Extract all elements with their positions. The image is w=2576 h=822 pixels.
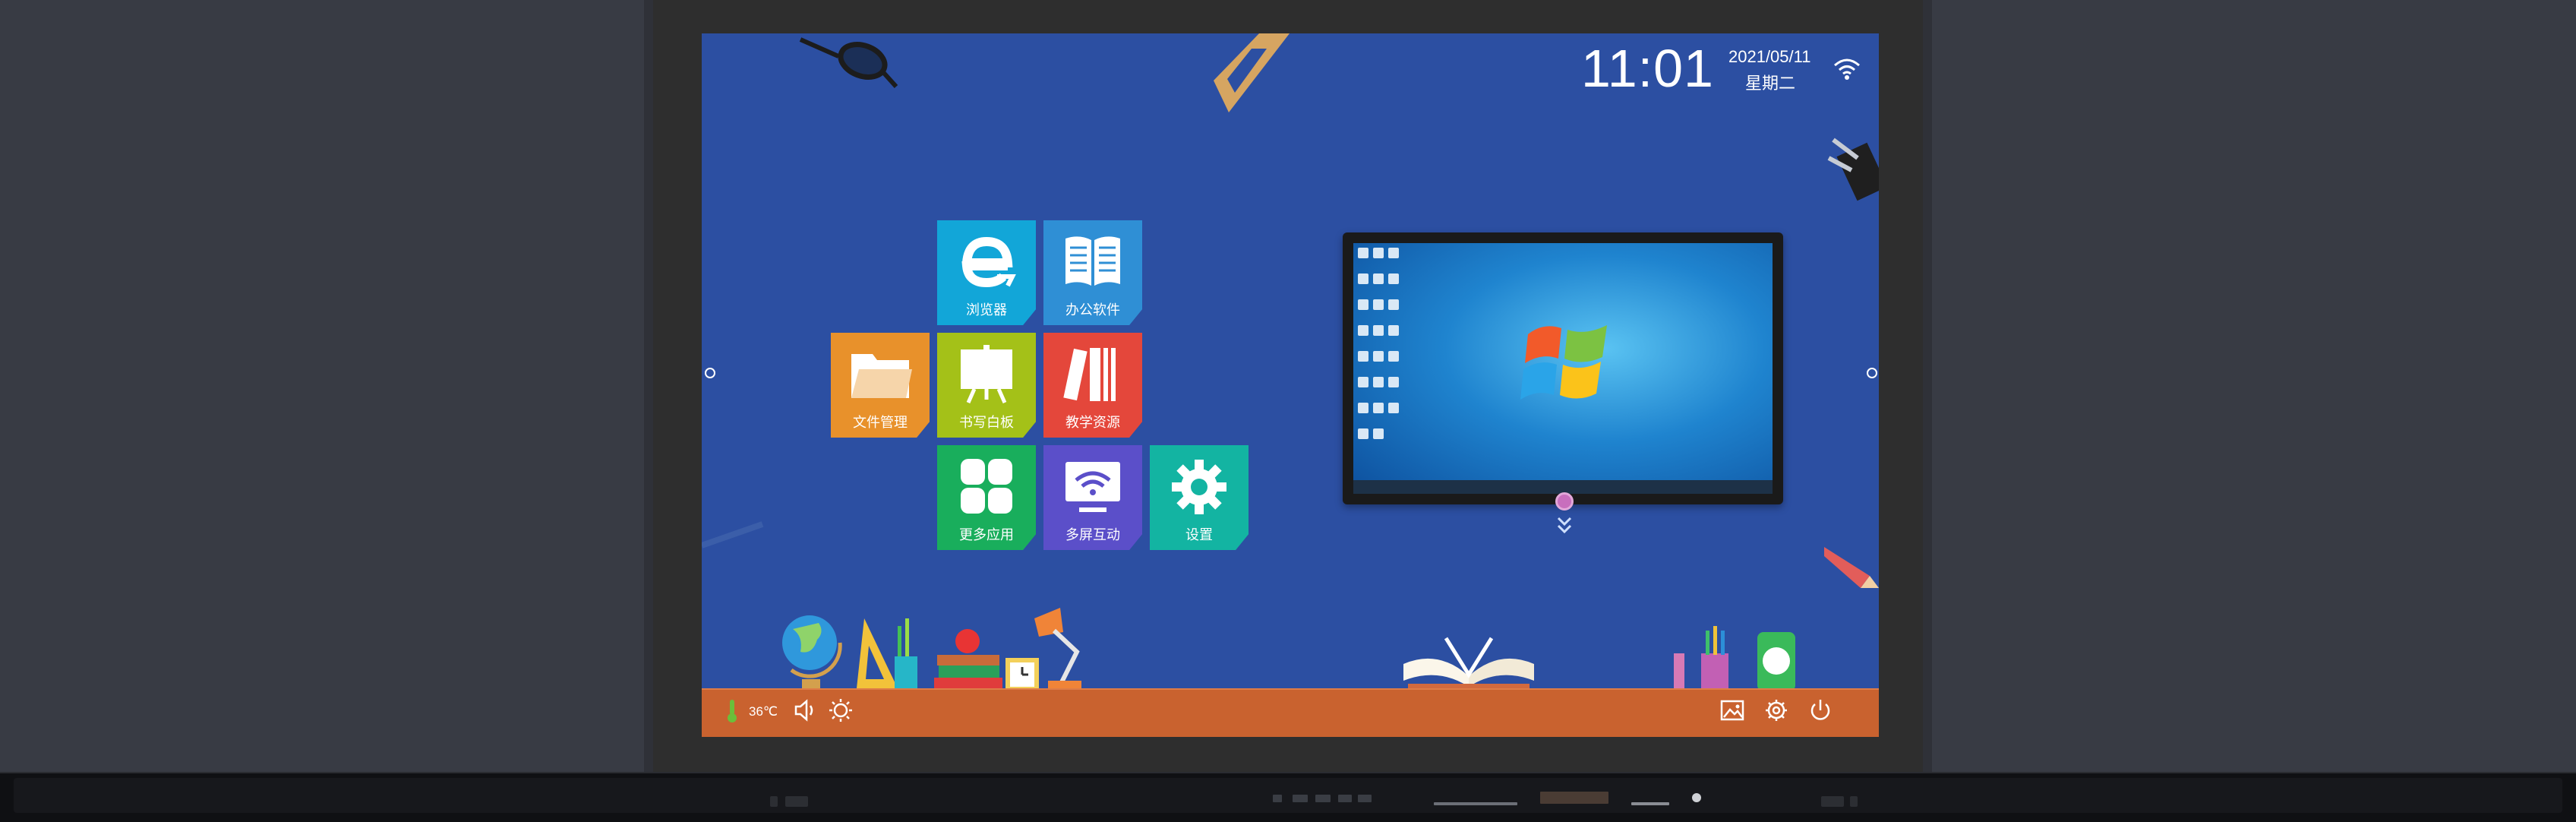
app-tile-more-apps[interactable]: 更多应用 [937, 445, 1036, 550]
bezel-edge [644, 0, 653, 772]
desktop-icon [1358, 273, 1368, 284]
thermometer-icon [728, 700, 737, 722]
brightness-icon[interactable] [828, 697, 854, 723]
port [1315, 795, 1331, 802]
whiteboard-icon [961, 345, 1012, 404]
app-tile-screen-cast[interactable]: 多屏互动 [1043, 445, 1142, 550]
usb-port [1540, 792, 1608, 804]
speaker-grille [1850, 796, 1858, 807]
browser-icon [961, 236, 1016, 288]
temperature-readout: 36℃ [749, 704, 778, 719]
power-led [1692, 793, 1701, 802]
app-label: 多屏互动 [1065, 527, 1120, 542]
pen-icon [702, 521, 764, 549]
desktop-icon [1388, 299, 1399, 310]
apps-grid-icon [961, 459, 1012, 514]
speaker-grille [1821, 796, 1844, 807]
port [1358, 795, 1372, 802]
app-tile-settings[interactable]: 设置 [1150, 445, 1249, 550]
app-label: 办公软件 [1065, 302, 1120, 318]
desk-lamp-icon [1034, 608, 1081, 691]
clock-weekday: 星期二 [1745, 74, 1796, 93]
app-label: 更多应用 [959, 527, 1014, 542]
book-icon [1065, 236, 1120, 286]
set-square-icon [1214, 33, 1290, 112]
speaker-grille [770, 796, 778, 807]
bottom-status-bar [702, 690, 1879, 737]
windows-logo-icon [1520, 325, 1607, 400]
desktop-icon [1373, 377, 1384, 387]
desktop-icon [1388, 273, 1399, 284]
clock-time: 11:01 [1581, 39, 1714, 98]
pc-preview-window[interactable] [1343, 232, 1783, 504]
desktop-icon [1388, 325, 1399, 336]
desktop-icon [1358, 299, 1368, 310]
chevron-down-icon[interactable] [1555, 515, 1574, 535]
led-strip [1631, 802, 1669, 805]
app-label: 教学资源 [1065, 415, 1120, 430]
monitor-bezel-left [0, 0, 653, 772]
desktop-icon [1388, 248, 1399, 258]
binder-clip-icon [1827, 138, 1879, 201]
desktop-icon [1373, 273, 1384, 284]
preview-toggle-handle[interactable] [1555, 492, 1574, 511]
desktop-icon [1358, 351, 1368, 362]
desktop-icon [1358, 403, 1368, 413]
app-label: 浏览器 [966, 302, 1007, 318]
desktop-icon [1373, 325, 1384, 336]
bottom-bar-panel [14, 778, 2562, 813]
pencil-icon [1824, 547, 1879, 588]
app-tile-whiteboard[interactable]: 书写白板 [937, 333, 1036, 438]
settings-icon[interactable] [1763, 697, 1789, 723]
volume-icon[interactable] [791, 697, 817, 723]
desktop-icon [1388, 403, 1399, 413]
glasses-icon [799, 37, 898, 89]
bezel-edge [1923, 0, 1932, 772]
app-tile-browser[interactable]: 浏览器 [937, 220, 1036, 325]
port [1338, 795, 1352, 802]
app-label: 文件管理 [853, 415, 908, 430]
desktop-icon [1388, 377, 1399, 387]
app-tile-teaching-resources[interactable]: 教学资源 [1043, 333, 1142, 438]
desktop-icon [1358, 428, 1368, 439]
desktop-icon [1358, 248, 1368, 258]
desktop-icon [1373, 248, 1384, 258]
clock-date: 2021/05/11 [1728, 47, 1811, 66]
desktop-icon [1373, 403, 1384, 413]
pen-holder-icon [1674, 626, 1795, 691]
port [1273, 795, 1282, 802]
launcher-screen: 11:01 2021/05/11 星期二 浏览器 办公软件 文件管理 书写白板 … [702, 33, 1879, 737]
right-sidebar-handle[interactable] [1867, 368, 1877, 378]
speaker-grille [785, 796, 808, 807]
open-book-icon [1403, 637, 1534, 691]
app-tile-office[interactable]: 办公软件 [1043, 220, 1142, 325]
desktop-icon [1358, 377, 1368, 387]
pc-desktop-thumbnail[interactable] [1353, 243, 1773, 494]
desktop-icon [1358, 325, 1368, 336]
desktop-icon [1388, 351, 1399, 362]
globe-icon [782, 615, 842, 688]
wallpaper-icon[interactable] [1719, 697, 1745, 723]
port [1293, 795, 1308, 802]
app-label: 书写白板 [959, 415, 1014, 430]
monitor-bottom-bar [0, 772, 2576, 822]
wifi-icon [1834, 58, 1860, 80]
gear-icon [1172, 460, 1226, 514]
screen-cast-icon [1065, 462, 1120, 512]
led-strip [1434, 802, 1517, 805]
desktop-icon [1373, 299, 1384, 310]
app-tile-file-manager[interactable]: 文件管理 [831, 333, 930, 438]
app-label: 设置 [1185, 527, 1213, 542]
library-icon [1063, 348, 1116, 401]
left-sidebar-handle[interactable] [705, 368, 715, 378]
desktop-icon [1373, 351, 1384, 362]
ruler-cup-icon [857, 618, 917, 688]
folder-icon [851, 354, 912, 398]
monitor-bezel-right [1923, 0, 2576, 772]
desktop-icon [1373, 428, 1384, 439]
power-icon[interactable] [1807, 697, 1833, 723]
